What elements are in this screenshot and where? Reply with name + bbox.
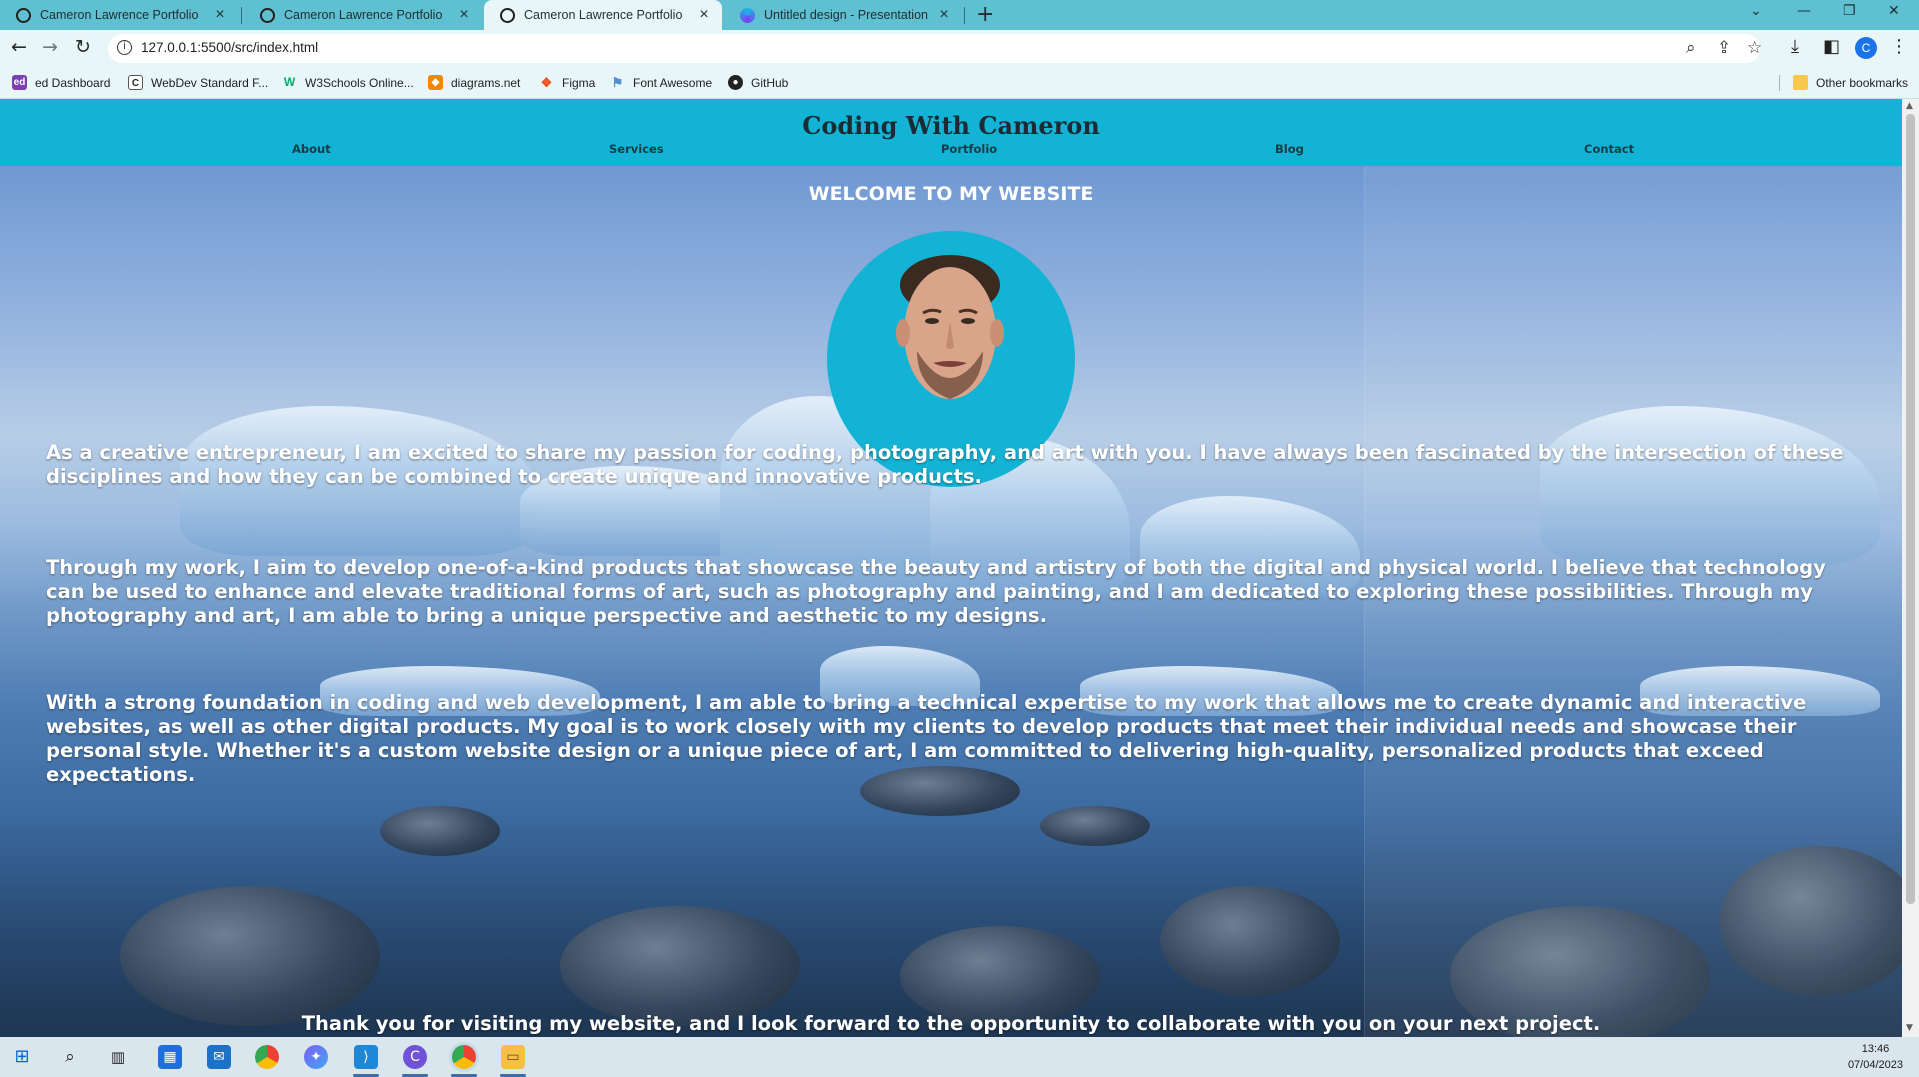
skills-paragraph: With a strong foundation in coding and w… — [46, 691, 1807, 786]
bookmarks-bar: ed ed Dashboard C WebDev Standard F... W… — [0, 67, 1919, 99]
nav-link-services[interactable]: Services — [609, 142, 664, 156]
figma-icon: ❖ — [540, 75, 553, 90]
browser-tab[interactable]: Cameron Lawrence Portfolio × — [0, 0, 238, 30]
bookmark-item[interactable]: ed ed Dashboard — [12, 75, 110, 90]
clock-date: 07/04/2023 — [1847, 1059, 1903, 1071]
bookmark-label: W3Schools Online... — [305, 75, 414, 90]
intro-paragraph: As a creative entrepreneur, I am excited… — [46, 441, 1844, 488]
tab-strip: Cameron Lawrence Portfolio × Cameron Law… — [0, 0, 1919, 30]
other-bookmarks[interactable]: Other bookmarks — [1793, 75, 1908, 90]
windows-start-icon[interactable]: ⊞ — [10, 1045, 34, 1069]
bookmark-item[interactable]: ◆ diagrams.net — [428, 75, 520, 90]
tab-divider — [241, 7, 242, 24]
page-viewport: Coding With Cameron About Services Portf… — [0, 99, 1902, 1037]
site-info-icon[interactable]: i — [117, 40, 132, 55]
vscode-icon[interactable]: ⟩ — [354, 1045, 378, 1069]
chrome-icon[interactable] — [255, 1045, 279, 1069]
forward-icon[interactable]: → — [42, 36, 58, 58]
canva-icon — [740, 7, 755, 23]
browser-toolbar: ← → ↻ i 127.0.0.1:5500/src/index.html ⌕ … — [0, 30, 1919, 67]
minimize-icon[interactable]: — — [1797, 3, 1811, 19]
nav-link-contact[interactable]: Contact — [1584, 142, 1634, 156]
nav-link-blog[interactable]: Blog — [1275, 142, 1304, 156]
tab-title: Untitled design - Presentation — [764, 8, 928, 22]
mail-icon[interactable]: ✉ — [207, 1045, 231, 1069]
microsoft-store-icon[interactable]: ▦ — [158, 1045, 182, 1069]
bookmark-item[interactable]: W W3Schools Online... — [282, 75, 414, 90]
menu-icon[interactable]: ⋮ — [1890, 36, 1908, 57]
webdev-icon: C — [128, 75, 143, 90]
side-panel-icon[interactable]: ◧ — [1823, 36, 1840, 57]
tab-title: Cameron Lawrence Portfolio — [40, 8, 199, 22]
reload-icon[interactable]: ↻ — [75, 36, 91, 58]
close-tab-icon[interactable]: × — [456, 6, 472, 24]
url-text[interactable]: 127.0.0.1:5500/src/index.html — [141, 40, 318, 55]
site-title: Coding With Cameron — [802, 111, 1100, 140]
ed-icon: ed — [12, 75, 27, 90]
diagrams-icon: ◆ — [428, 75, 443, 90]
tab-search-icon[interactable]: ⌄ — [1750, 3, 1762, 19]
tab-divider — [964, 7, 965, 24]
back-icon[interactable]: ← — [11, 36, 27, 58]
bookmark-item[interactable]: ⚑ Font Awesome — [610, 75, 712, 90]
task-view-icon[interactable]: ▥ — [106, 1045, 130, 1069]
portrait-face — [896, 255, 1004, 399]
share-icon[interactable]: ⇪ — [1717, 38, 1731, 58]
work-paragraph: Through my work, I aim to develop one-of… — [46, 556, 1826, 627]
new-tab-button[interactable]: + — [976, 2, 994, 27]
tab-title: Cameron Lawrence Portfolio — [284, 8, 443, 22]
folder-icon — [1793, 75, 1808, 90]
restore-icon[interactable]: ❐ — [1843, 3, 1856, 19]
browser-tab-active[interactable]: Cameron Lawrence Portfolio × — [484, 0, 722, 30]
bookmark-item[interactable]: ● GitHub — [728, 75, 788, 90]
github-icon — [500, 7, 515, 23]
bookmark-item[interactable]: C WebDev Standard F... — [128, 75, 268, 90]
nav-link-about[interactable]: About — [292, 142, 331, 156]
canva-app-icon[interactable]: C — [403, 1045, 427, 1069]
browser-tab[interactable]: Untitled design - Presentation × — [724, 0, 962, 30]
github-icon: ● — [728, 75, 743, 90]
bookmark-label: Other bookmarks — [1816, 75, 1909, 90]
github-icon — [260, 7, 275, 23]
file-explorer-icon[interactable]: ▭ — [501, 1045, 525, 1069]
bookmark-label: Figma — [562, 75, 596, 90]
bookmark-label: Font Awesome — [633, 75, 713, 90]
flag-icon: ⚑ — [611, 75, 624, 90]
welcome-heading: WELCOME TO MY WEBSITE — [808, 183, 1094, 205]
close-tab-icon[interactable]: × — [696, 6, 712, 24]
bookmark-star-icon[interactable]: ☆ — [1747, 38, 1762, 58]
bookmark-label: diagrams.net — [451, 75, 521, 90]
bookmarks-divider — [1779, 75, 1780, 91]
search-icon[interactable]: ⌕ — [58, 1045, 82, 1069]
bookmark-label: WebDev Standard F... — [151, 75, 269, 90]
scrollbar-thumb[interactable] — [1906, 114, 1915, 904]
scroll-up-icon[interactable]: ▲ — [1906, 101, 1913, 111]
system-clock[interactable]: 13:46 07/04/2023 — [1848, 1041, 1903, 1073]
closing-paragraph: Thank you for visiting my website, and I… — [301, 1012, 1601, 1035]
windows-taskbar: ⊞ ⌕ ▥ ▦ ✉ ✦ ⟩ C ▭ 13:46 07/04/2023 — [0, 1037, 1919, 1077]
bookmark-label: GitHub — [751, 75, 789, 90]
page-scrollbar[interactable]: ▲ ▼ — [1902, 99, 1919, 1037]
site-header: Coding With Cameron About Services Portf… — [0, 99, 1902, 166]
close-tab-icon[interactable]: × — [212, 6, 228, 24]
chrome-active-icon[interactable] — [452, 1045, 476, 1069]
bookmark-label: ed Dashboard — [35, 75, 111, 90]
nav-link-portfolio[interactable]: Portfolio — [941, 142, 997, 156]
download-icon[interactable]: ⤓ — [1791, 36, 1799, 57]
close-window-icon[interactable]: ✕ — [1888, 3, 1900, 19]
copilot-icon[interactable]: ✦ — [304, 1045, 328, 1069]
w3schools-icon: W — [283, 75, 296, 89]
scroll-down-icon[interactable]: ▼ — [1906, 1023, 1913, 1033]
address-bar[interactable]: i 127.0.0.1:5500/src/index.html ⌕ ⇪ ☆ — [108, 34, 1762, 63]
bookmark-item[interactable]: ❖ Figma — [539, 75, 596, 90]
close-tab-icon[interactable]: × — [936, 6, 952, 24]
zoom-icon[interactable]: ⌕ — [1686, 38, 1696, 58]
github-icon — [16, 7, 31, 23]
profile-avatar[interactable]: C — [1855, 37, 1877, 59]
browser-tab[interactable]: Cameron Lawrence Portfolio × — [244, 0, 482, 30]
clock-time: 13:46 — [1861, 1043, 1890, 1055]
tab-title: Cameron Lawrence Portfolio — [524, 8, 683, 22]
